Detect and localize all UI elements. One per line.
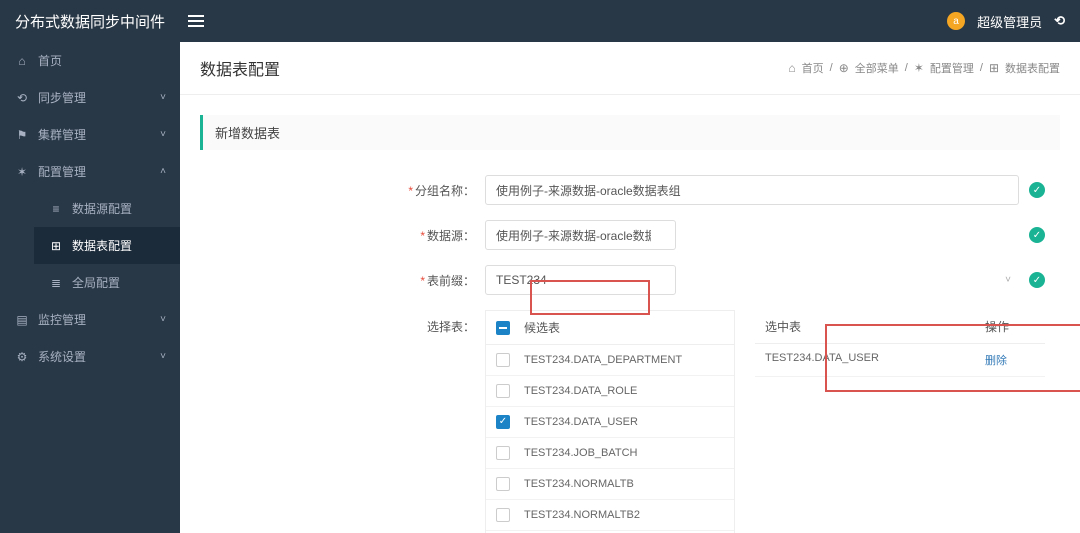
chevron-down-icon: ˅ [1005, 275, 1011, 286]
cluster-icon: ⚑ [14, 128, 30, 142]
sidebar-item-datasource-config[interactable]: ≡ 数据源配置 [34, 190, 180, 227]
sidebar-item-label: 全局配置 [72, 274, 120, 291]
globe-icon: ⊕ [839, 61, 849, 75]
sidebar-item-config[interactable]: ✶ 配置管理 ˄ [0, 153, 180, 190]
candidate-row[interactable]: TEST234.NORMALTB2 [486, 500, 734, 531]
sidebar-item-system[interactable]: ⚙ 系统设置 ˅ [0, 338, 180, 375]
sidebar-item-label: 首页 [38, 52, 62, 69]
candidate-row-label: TEST234.DATA_ROLE [524, 385, 637, 397]
sidebar-item-monitor[interactable]: ▤ 监控管理 ˅ [0, 301, 180, 338]
breadcrumb-item[interactable]: 配置管理 [930, 60, 974, 76]
breadcrumb-item[interactable]: 全部菜单 [855, 60, 899, 76]
datasource-value[interactable] [485, 220, 676, 250]
avatar[interactable]: a [947, 12, 965, 30]
breadcrumb-item[interactable]: 数据表配置 [1005, 60, 1060, 76]
prefix-label: 表前缀： [427, 274, 475, 288]
prefix-select[interactable]: ˅ [485, 265, 1019, 295]
sidebar-item-label: 系统设置 [38, 348, 86, 365]
home-icon: ⌂ [788, 61, 795, 75]
group-name-input[interactable] [485, 175, 1019, 205]
sidebar-item-label: 监控管理 [38, 311, 86, 328]
home-icon: ⌂ [14, 54, 30, 68]
sidebar-item-cluster[interactable]: ⚑ 集群管理 ˅ [0, 116, 180, 153]
chevron-up-icon: ˄ [160, 166, 166, 177]
prefix-value[interactable] [485, 265, 676, 295]
system-icon: ⚙ [14, 350, 30, 364]
config-icon: ✶ [14, 165, 30, 179]
table-icon: ⊞ [989, 61, 999, 75]
candidate-row[interactable]: TEST234.DATA_ROLE [486, 376, 734, 407]
sidebar-item-table-config[interactable]: ⊞ 数据表配置 [34, 227, 180, 264]
row-checkbox[interactable] [496, 415, 510, 429]
valid-icon: ✓ [1029, 182, 1045, 198]
logout-icon[interactable]: ⟲ [1054, 13, 1065, 29]
config-icon: ✶ [914, 61, 924, 75]
sidebar-item-label: 数据源配置 [72, 200, 132, 217]
chevron-down-icon: ˅ [160, 129, 166, 140]
sidebar-item-label: 数据表配置 [72, 237, 132, 254]
selected-row-name: TEST234.DATA_USER [765, 352, 985, 368]
topbar: 分布式数据同步中间件 a 超级管理员 ⟲ [0, 0, 1080, 42]
candidate-header: 候选表 [524, 319, 560, 336]
selected-header-name: 选中表 [765, 318, 985, 335]
sidebar-item-label: 集群管理 [38, 126, 86, 143]
selected-table: 选中表 操作 TEST234.DATA_USER删除 [755, 310, 1045, 533]
datasource-select[interactable] [485, 220, 1019, 250]
breadcrumb: ⌂ 首页 / ⊕ 全部菜单 / ✶ 配置管理 / ⊞ 数据表配置 [788, 60, 1060, 76]
valid-icon: ✓ [1029, 227, 1045, 243]
chevron-down-icon: ˅ [160, 314, 166, 325]
row-checkbox[interactable] [496, 384, 510, 398]
candidate-row-label: TEST234.NORMALTB2 [524, 509, 640, 521]
row-checkbox[interactable] [496, 477, 510, 491]
sidebar-item-global-config[interactable]: ≣ 全局配置 [34, 264, 180, 301]
username-label: 超级管理员 [977, 12, 1042, 31]
select-all-checkbox[interactable] [496, 321, 510, 335]
selected-header-action: 操作 [985, 318, 1035, 335]
global-icon: ≣ [48, 276, 64, 290]
chevron-down-icon: ˅ [160, 92, 166, 103]
candidate-row[interactable]: TEST234.JOB_BATCH [486, 438, 734, 469]
candidate-row-label: TEST234.DATA_DEPARTMENT [524, 354, 682, 366]
group-name-label: 分组名称： [415, 184, 475, 198]
table-icon: ⊞ [48, 239, 64, 253]
row-checkbox[interactable] [496, 446, 510, 460]
chevron-down-icon: ˅ [160, 351, 166, 362]
candidate-row-label: TEST234.JOB_BATCH [524, 447, 638, 459]
candidate-table: 候选表 TEST234.DATA_DEPARTMENT TEST234.DATA_… [485, 310, 735, 533]
candidate-row-label: TEST234.NORMALTB [524, 478, 634, 490]
breadcrumb-item[interactable]: 首页 [802, 60, 824, 76]
delete-link[interactable]: 删除 [985, 352, 1035, 368]
datasource-label: 数据源： [427, 229, 475, 243]
row-checkbox[interactable] [496, 508, 510, 522]
candidate-row[interactable]: TEST234.DATA_USER [486, 407, 734, 438]
sidebar-item-home[interactable]: ⌂ 首页 [0, 42, 180, 79]
section-title: 新增数据表 [200, 115, 1060, 150]
candidate-row[interactable]: TEST234.NORMALTB [486, 469, 734, 500]
valid-icon: ✓ [1029, 272, 1045, 288]
candidate-row-label: TEST234.DATA_USER [524, 416, 638, 428]
sidebar-item-label: 同步管理 [38, 89, 86, 106]
monitor-icon: ▤ [14, 313, 30, 327]
select-table-label: 选择表： [427, 320, 475, 334]
brand-title: 分布式数据同步中间件 [15, 11, 180, 32]
candidate-row[interactable]: TEST234.DATA_DEPARTMENT [486, 345, 734, 376]
page-title: 数据表配置 [200, 56, 280, 80]
sync-icon: ⟲ [14, 91, 30, 105]
sidebar: ⌂ 首页 ⟲ 同步管理 ˅ ⚑ 集群管理 ˅ ✶ 配置管理 ˄ ≡ 数据源配置 … [0, 42, 180, 533]
breadcrumb-sep: / [830, 62, 833, 74]
selected-row: TEST234.DATA_USER删除 [755, 344, 1045, 377]
sidebar-item-label: 配置管理 [38, 163, 86, 180]
datasource-icon: ≡ [48, 202, 64, 216]
breadcrumb-sep: / [980, 62, 983, 74]
breadcrumb-sep: / [905, 62, 908, 74]
sidebar-item-sync[interactable]: ⟲ 同步管理 ˅ [0, 79, 180, 116]
row-checkbox[interactable] [496, 353, 510, 367]
menu-toggle-button[interactable] [188, 15, 204, 27]
main-content: 数据表配置 ⌂ 首页 / ⊕ 全部菜单 / ✶ 配置管理 / ⊞ 数据表配置 新… [180, 42, 1080, 533]
